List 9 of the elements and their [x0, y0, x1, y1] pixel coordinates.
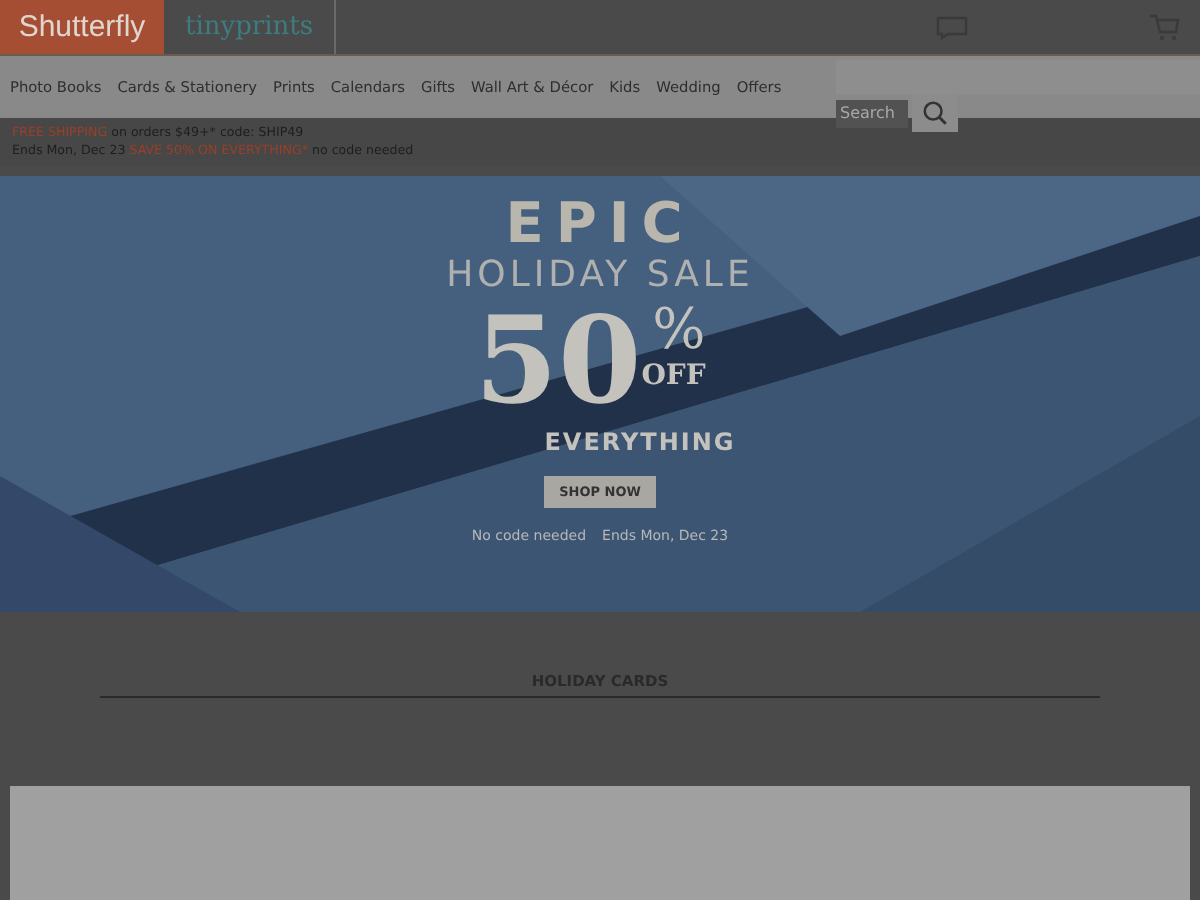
search-field[interactable]: Search — [836, 99, 908, 127]
discount-amount: 50 — [474, 296, 642, 428]
off-text: OFF — [641, 360, 706, 392]
sale-title: EPIC — [505, 192, 695, 256]
percent-sign: % — [652, 300, 706, 360]
search-icon — [922, 100, 948, 126]
shutterfly-logo[interactable]: Shutterfly — [0, 0, 164, 54]
sale-subtitle: HOLIDAY SALE — [446, 256, 754, 296]
everything-text: EVERYTHING — [544, 428, 736, 456]
